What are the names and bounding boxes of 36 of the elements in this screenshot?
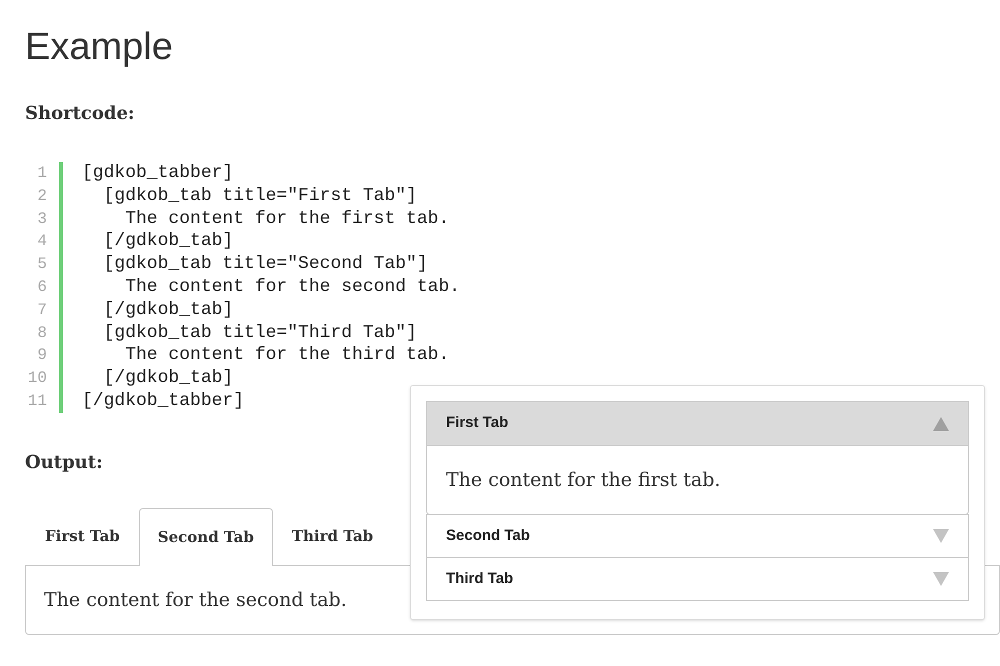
line-number: 10	[28, 368, 47, 390]
tab-content-text: The content for the second tab.	[44, 588, 347, 611]
accordion-content-text: The content for the first tab.	[446, 468, 720, 493]
line-number: 11	[28, 390, 47, 412]
accordion-header[interactable]: Third Tab	[426, 557, 969, 601]
code-line: [gdkob_tabber]	[82, 162, 234, 185]
line-number: 2	[37, 186, 47, 207]
code-line: The content for the second tab.	[124, 276, 460, 299]
code-line: [gdkob_tab title="Third Tab"]	[102, 322, 417, 344]
code-line: [/gdkob_tab]	[102, 230, 234, 254]
code-line: [/gdkob_tab]	[102, 367, 234, 390]
code-line: The content for the third tab.	[124, 344, 450, 368]
triangle-down-icon	[933, 529, 949, 543]
line-number: 5	[37, 254, 47, 276]
section-label: Output:	[25, 450, 103, 475]
code-line: [/gdkob_tabber]	[82, 390, 244, 413]
tab[interactable]: Third Tab	[272, 506, 392, 565]
line-number: 3	[37, 208, 47, 230]
code-line: [gdkob_tab title="First Tab"]	[102, 184, 417, 208]
line-number: 4	[37, 231, 47, 252]
line-number: 7	[37, 300, 47, 321]
line-number: 8	[37, 322, 47, 344]
code-line: [/gdkob_tab]	[102, 298, 234, 322]
triangle-down-icon	[933, 572, 949, 586]
line-number: 1	[37, 163, 47, 184]
page-heading: Example	[25, 25, 173, 70]
line-number: 6	[37, 276, 47, 298]
accordion-header[interactable]: Second Tab	[426, 514, 969, 558]
tab[interactable]: Second Tab	[138, 508, 273, 566]
code-line: [gdkob_tab title="Second Tab"]	[102, 253, 428, 276]
tab[interactable]: First Tab	[26, 506, 139, 565]
accordion-header[interactable]: First Tab	[426, 401, 969, 446]
section-label: Shortcode:	[25, 102, 135, 126]
code-line: The content for the first tab.	[124, 208, 450, 230]
triangle-up-icon	[933, 416, 949, 430]
line-number: 9	[37, 345, 47, 366]
